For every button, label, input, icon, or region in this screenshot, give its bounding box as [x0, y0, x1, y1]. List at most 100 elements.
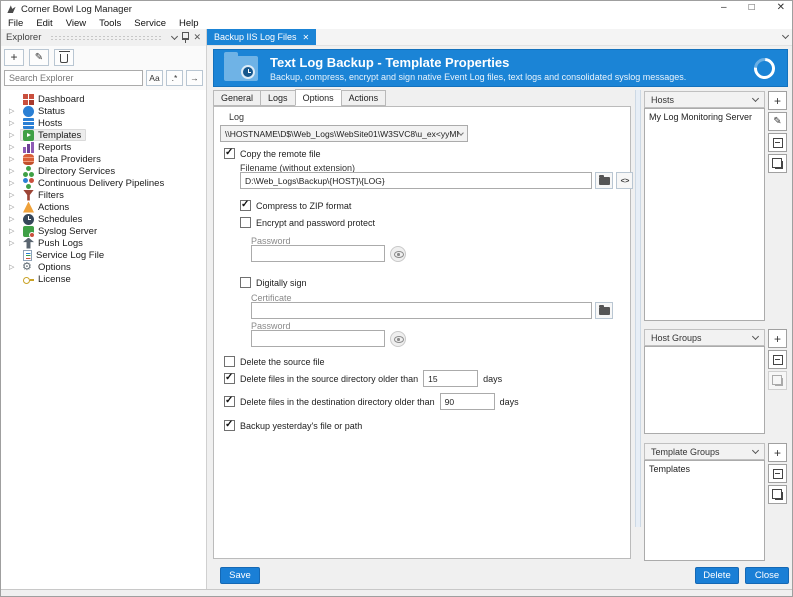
filename-input[interactable]: D:\Web_Logs\Backup\{HOST}\{LOG} [240, 172, 592, 189]
tree-item-templates[interactable]: ▷Templates [1, 129, 206, 141]
digitally-sign-checkbox[interactable] [240, 277, 251, 288]
expand-icon[interactable]: ▷ [9, 179, 20, 187]
vertical-splitter[interactable] [635, 90, 641, 527]
menu-tools[interactable]: Tools [99, 18, 121, 29]
delete-source-checkbox[interactable] [224, 356, 235, 367]
tree-item-schedules[interactable]: ▷Schedules [1, 213, 206, 225]
explorer-title: Explorer [6, 32, 41, 43]
tab-close-icon[interactable]: ✕ [303, 33, 310, 42]
host-groups-remove-button[interactable] [768, 350, 787, 369]
template-groups-header[interactable]: Template Groups [644, 443, 765, 460]
password-input[interactable] [251, 245, 385, 262]
search-input[interactable] [4, 70, 143, 86]
show-password-eye-icon[interactable] [390, 331, 406, 347]
close-template-button[interactable]: Close [745, 567, 789, 584]
tree-item-pipelines[interactable]: ▷Continuous Delivery Pipelines [1, 177, 206, 189]
browse-folder-button[interactable] [595, 172, 613, 189]
hosts-add-button[interactable]: + [768, 91, 787, 110]
tab-list-chevron-icon[interactable] [782, 32, 789, 39]
menu-file[interactable]: File [8, 18, 23, 29]
delete-template-button[interactable]: Delete [695, 567, 739, 584]
certificate-input[interactable] [251, 302, 592, 319]
sign-password-input[interactable] [251, 330, 385, 347]
hosts-remove-button[interactable] [768, 133, 787, 152]
plus-icon: + [774, 96, 781, 106]
menu-view[interactable]: View [66, 18, 86, 29]
add-button[interactable]: + [4, 49, 24, 66]
host-groups-header[interactable]: Host Groups [644, 329, 765, 346]
encrypt-checkbox[interactable] [240, 217, 251, 228]
tree-item-push-logs[interactable]: ▷Push Logs [1, 237, 206, 249]
expand-icon[interactable]: ▷ [9, 119, 20, 127]
template-groups-remove-button[interactable] [768, 464, 787, 483]
search-go-button[interactable]: → [186, 70, 203, 86]
expand-icon[interactable]: ▷ [9, 203, 20, 211]
expand-icon[interactable]: ▷ [9, 191, 20, 199]
pin-icon[interactable] [181, 32, 189, 43]
template-groups-add-button[interactable]: + [768, 443, 787, 462]
hosts-header[interactable]: Hosts [644, 91, 765, 108]
tab-general[interactable]: General [213, 90, 260, 106]
expand-icon[interactable]: ▷ [9, 215, 20, 223]
pipelines-icon [23, 178, 34, 189]
delete-button[interactable] [54, 49, 74, 66]
delete-dest-days-checkbox[interactable] [224, 396, 235, 407]
expand-icon[interactable]: ▷ [9, 131, 20, 139]
delete-source-days-checkbox[interactable] [224, 373, 235, 384]
tree-item-syslog-server[interactable]: ▷Syslog Server [1, 225, 206, 237]
expand-icon[interactable]: ▷ [9, 239, 20, 247]
tree-item-status[interactable]: ▷Status [1, 105, 206, 117]
host-groups-add-button[interactable]: + [768, 329, 787, 348]
tree-item-hosts[interactable]: ▷Hosts [1, 117, 206, 129]
hosts-list[interactable]: My Log Monitoring Server [644, 108, 765, 321]
host-groups-copy-button[interactable] [768, 371, 787, 390]
list-item[interactable]: Templates [649, 464, 760, 474]
expand-icon[interactable]: ▷ [9, 263, 20, 271]
maximize-button[interactable]: □ [746, 2, 758, 13]
close-button[interactable]: ✕ [774, 2, 788, 13]
panel-menu-chevron-icon[interactable] [171, 33, 178, 40]
expand-icon[interactable]: ▷ [9, 107, 20, 115]
tree-item-actions[interactable]: ▷Actions [1, 201, 206, 213]
expand-icon[interactable]: ▷ [9, 155, 20, 163]
backup-yesterday-checkbox[interactable] [224, 420, 235, 431]
tab-logs[interactable]: Logs [260, 90, 295, 106]
panel-close-icon[interactable]: ✕ [193, 32, 201, 43]
expand-icon[interactable]: ▷ [9, 167, 20, 175]
tree-item-filters[interactable]: ▷Filters [1, 189, 206, 201]
regex-button[interactable]: .* [166, 70, 183, 86]
list-item[interactable]: My Log Monitoring Server [649, 112, 760, 122]
tree-item-data-providers[interactable]: ▷Data Providers [1, 153, 206, 165]
hosts-edit-button[interactable]: ✎ [768, 112, 787, 131]
app-window: Corner Bowl Log Manager – □ ✕ hoyt File … [0, 0, 793, 597]
template-groups-copy-button[interactable] [768, 485, 787, 504]
tree-item-reports[interactable]: ▷Reports [1, 141, 206, 153]
document-tab[interactable]: Backup IIS Log Files ✕ [207, 29, 316, 45]
certificate-browse-button[interactable] [595, 302, 613, 319]
tree-item-directory-services[interactable]: ▷Directory Services [1, 165, 206, 177]
host-groups-list[interactable] [644, 346, 765, 434]
compress-checkbox[interactable] [240, 200, 251, 211]
template-groups-list[interactable]: Templates [644, 460, 765, 561]
edit-button[interactable]: ✎ [29, 49, 49, 66]
save-button[interactable]: Save [220, 567, 260, 584]
expand-icon[interactable]: ▷ [9, 143, 20, 151]
menu-service[interactable]: Service [134, 18, 166, 29]
tree-item-options[interactable]: ▷Options [1, 261, 206, 273]
tab-options[interactable]: Options [295, 89, 341, 106]
tree-item-license[interactable]: ▷License [1, 273, 206, 285]
show-password-eye-icon[interactable] [390, 246, 406, 262]
match-case-button[interactable]: Aa [146, 70, 163, 86]
tab-actions[interactable]: Actions [341, 90, 387, 106]
expand-icon[interactable]: ▷ [9, 227, 20, 235]
dest-days-input[interactable]: 90 [440, 393, 495, 410]
insert-token-button[interactable]: < > [616, 172, 633, 189]
hosts-copy-button[interactable] [768, 154, 787, 173]
menu-help[interactable]: Help [179, 18, 199, 29]
source-days-input[interactable]: 15 [423, 370, 478, 387]
log-combobox[interactable]: \\HOSTNAME\D$\Web_Logs\WebSite01\W3SVC8\… [220, 125, 468, 142]
menu-edit[interactable]: Edit [36, 18, 52, 29]
copy-remote-checkbox[interactable] [224, 148, 235, 159]
tree-item-dashboard[interactable]: ▷Dashboard [1, 93, 206, 105]
minimize-button[interactable]: – [718, 2, 730, 13]
